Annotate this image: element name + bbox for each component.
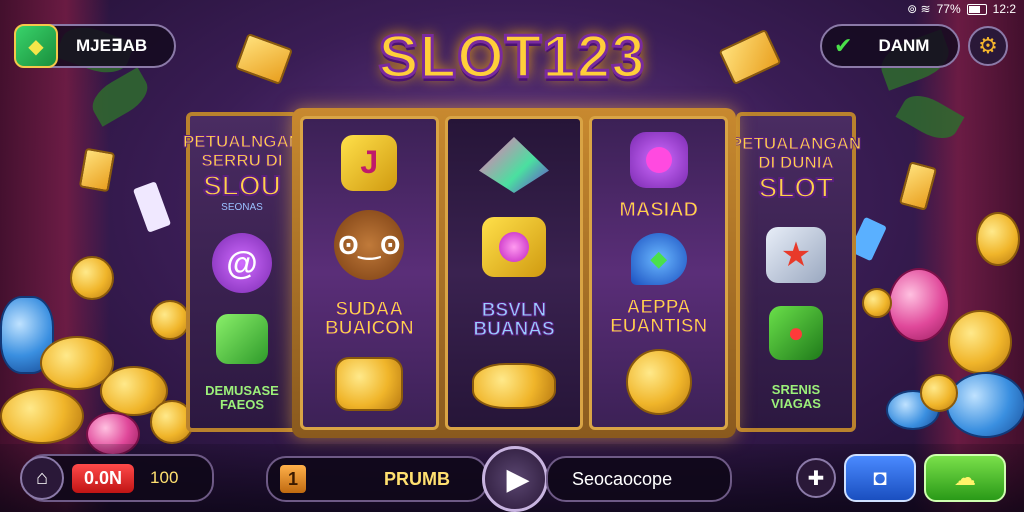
coin-decor — [862, 288, 892, 318]
cloud-icon: ☁ — [954, 465, 976, 490]
cloud-button[interactable]: ☁ — [924, 454, 1006, 502]
green-cube-icon — [216, 313, 268, 364]
beaver-symbol-icon: ʘ‿ʘ — [334, 210, 405, 281]
left-panel-subtitle: SEONAS — [221, 202, 263, 214]
right-panel-footer-2: VIAGAS — [771, 395, 821, 411]
line-count-badge: 1 — [280, 465, 306, 493]
status-bar: ⊚ ≋ 77% 12:2 — [907, 2, 1016, 16]
bet-panel: ⌂ 0.0N 100 — [20, 454, 214, 502]
moon-symbol-icon: ◆ — [630, 232, 687, 285]
coin-decor — [150, 300, 190, 340]
game-logo: SLOT123 — [377, 22, 646, 92]
swirl-symbol-icon: @ — [212, 233, 272, 294]
coin-decor — [920, 374, 958, 412]
dice-icon: ● — [769, 305, 823, 360]
coin-decor — [70, 256, 114, 300]
reel-2-label-2: BUANAS — [473, 319, 555, 340]
j-card-symbol-icon: J — [341, 134, 398, 191]
gem-tile-icon — [482, 217, 546, 277]
right-panel-footer-1: SRENIS — [771, 381, 821, 397]
home-icon[interactable]: ⌂ — [20, 456, 64, 500]
right-panel-title-1: PETUALANGAN — [730, 133, 862, 153]
bet-value: 100 — [150, 468, 179, 487]
left-promo-panel: PETUALNGAN SERRU DI SLOU SEONAS @ DEMUSA… — [182, 112, 302, 432]
coin-decor — [976, 212, 1020, 266]
clock: 12:2 — [992, 2, 1016, 16]
reel-2-label-1: BSVLN — [481, 300, 547, 321]
coin-decor — [888, 268, 950, 342]
player-profile-button[interactable]: ◆ MJE∃AB — [14, 24, 176, 68]
reel-1: J ʘ‿ʘ SUDAA BUAICON — [300, 116, 439, 430]
player-name: MJE∃AB — [76, 36, 148, 55]
purple-gem-icon — [629, 131, 688, 188]
gear-icon[interactable]: ⚙ — [968, 26, 1008, 66]
left-panel-big-title: SLOU — [202, 169, 282, 202]
reel-3-top-label: MASIAD — [619, 198, 699, 221]
camera-icon: ◘ — [873, 465, 887, 490]
promo-panel[interactable]: 1 PRUMB — [266, 456, 488, 502]
right-panel-title-2: DI DUNIA — [758, 152, 835, 172]
bet-button[interactable]: 0.0N — [72, 463, 135, 493]
bonus-label: DANM — [878, 36, 930, 55]
left-panel-title-2: SERRU DI — [201, 151, 283, 171]
gold-card-decor — [234, 32, 294, 86]
reel-3-label-2: EUANTISN — [610, 315, 708, 337]
coin-decor — [946, 372, 1024, 438]
gold-bowl-icon — [472, 363, 556, 409]
reel-1-label-1: SUDAA — [335, 298, 404, 320]
play-icon: ▶ — [506, 462, 530, 496]
coin-decor — [0, 388, 84, 444]
check-icon: ✔ — [834, 33, 853, 58]
bonus-status-button[interactable]: ✔ DANM — [820, 24, 960, 68]
coin-decor — [948, 310, 1012, 374]
left-panel-title-1: PETUALNGAN — [182, 132, 302, 152]
play-button[interactable]: ▶ — [482, 446, 548, 512]
gem-icon: ◆ — [14, 24, 58, 68]
star-tile-icon: ★ — [766, 226, 826, 283]
left-panel-footer-1: DEMUSASE — [205, 382, 279, 398]
reel-1-label-2: BUAICON — [325, 317, 415, 339]
gold-coin-icon — [625, 348, 692, 415]
playing-card-decor — [132, 181, 172, 233]
gold-card-decor — [718, 28, 782, 86]
camera-button[interactable]: ◘ — [844, 454, 916, 502]
left-panel-footer-2: FAEOS — [219, 396, 265, 412]
right-panel-big-title: SLOT — [758, 171, 835, 204]
mode-label: Seocaocope — [572, 468, 673, 489]
crystal-symbol-icon — [479, 137, 549, 193]
wifi-icon: ⊚ ≋ — [907, 2, 931, 16]
mode-panel[interactable]: Seocaocope — [546, 456, 732, 502]
gold-stack-icon — [335, 357, 404, 412]
promo-label: PRUMB — [384, 468, 450, 489]
battery-percent: 77% — [936, 2, 961, 16]
reel-2: BSVLN BUANAS — [444, 116, 584, 430]
reel-3-label-1: AEPPA — [626, 296, 691, 318]
battery-icon — [966, 3, 987, 15]
reel-frame: J ʘ‿ʘ SUDAA BUAICON BSVLN BUANAS MASIAD … — [292, 108, 736, 438]
plus-icon[interactable]: ✚ — [796, 458, 836, 498]
reel-3: MASIAD ◆ AEPPA EUANTISN — [589, 116, 729, 430]
right-promo-panel: PETUALANGAN DI DUNIA SLOT ★ ● SRENIS VIA… — [730, 112, 862, 432]
